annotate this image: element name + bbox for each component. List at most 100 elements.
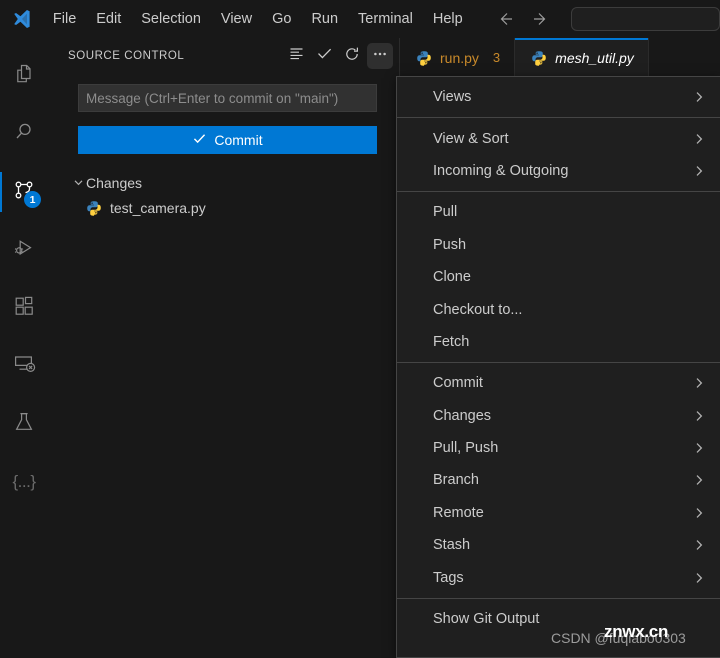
list-icon: [288, 45, 305, 67]
tab-mesh-util-py[interactable]: mesh_util.py: [515, 38, 649, 77]
menu-item-stash[interactable]: Stash: [397, 529, 720, 561]
activity-item-run-and-debug[interactable]: [0, 226, 48, 274]
arrow-left-icon[interactable]: [495, 9, 515, 29]
chevron-right-icon: [692, 376, 706, 390]
tab-label: run.py: [440, 49, 479, 66]
sidebar-title: SOURCE CONTROL: [68, 50, 185, 62]
check-icon: [192, 131, 207, 149]
changes-tree: Changes test_camera.py: [48, 170, 399, 220]
menu-view[interactable]: View: [212, 6, 261, 33]
list-item[interactable]: test_camera.py: [48, 195, 399, 220]
menu-separator: [397, 597, 720, 599]
files-icon: [12, 62, 36, 91]
menu-item-label: Branch: [433, 472, 479, 489]
check-icon: [315, 44, 334, 68]
menu-item-commit[interactable]: Commit: [397, 367, 720, 399]
list-item-label: test_camera.py: [110, 199, 206, 216]
command-center-input[interactable]: [570, 7, 720, 31]
menu-item-remote[interactable]: Remote: [397, 497, 720, 529]
chevron-right-icon: [692, 164, 706, 178]
tab-badge: 3: [492, 50, 501, 65]
tab-label: mesh_util.py: [555, 49, 634, 66]
commit-message-input[interactable]: Message (Ctrl+Enter to commit on "main"): [78, 84, 377, 112]
menu-help[interactable]: Help: [424, 6, 472, 33]
python-file-icon: [531, 50, 547, 66]
menu-item-label: View & Sort: [433, 130, 509, 147]
commit-button[interactable]: Commit: [78, 126, 377, 154]
title-bar: File Edit Selection View Go Run Terminal…: [0, 0, 720, 38]
menu-item-label: Show Git Output: [433, 611, 540, 628]
menu-item-label: Checkout to...: [433, 301, 523, 318]
menu-item-checkout-to[interactable]: Checkout to...: [397, 293, 720, 325]
menu-item-label: Changes: [433, 407, 492, 424]
navigation-arrows: [495, 9, 551, 29]
menu-item-branch[interactable]: Branch: [397, 464, 720, 496]
chevron-right-icon: [692, 132, 706, 146]
menu-item-tags[interactable]: Tags: [397, 561, 720, 593]
menu-go[interactable]: Go: [263, 6, 300, 33]
chevron-right-icon: [692, 571, 706, 585]
chevron-right-icon: [692, 473, 706, 487]
menu-item-push[interactable]: Push: [397, 229, 720, 261]
menu-bar: File Edit Selection View Go Run Terminal…: [43, 0, 473, 38]
menu-item-label: Push: [433, 236, 467, 253]
menu-item-label: Pull, Push: [433, 440, 499, 457]
menu-item-label: Remote: [433, 504, 484, 521]
menu-item-label: Commit: [433, 375, 483, 392]
changes-group-label: Changes: [86, 174, 143, 191]
more-actions-button[interactable]: [367, 43, 393, 69]
menu-item-pull-push[interactable]: Pull, Push: [397, 432, 720, 464]
commit-check-button[interactable]: [311, 43, 337, 69]
sidebar-header: SOURCE CONTROL: [48, 38, 399, 74]
chevron-right-icon: [692, 506, 706, 520]
chevron-right-icon: [692, 441, 706, 455]
commit-message-placeholder: Message (Ctrl+Enter to commit on "main"): [86, 90, 339, 106]
source-control-context-menu: Views View & Sort Incoming & Outgoing Pu…: [396, 76, 720, 658]
activity-item-search[interactable]: [0, 110, 48, 158]
menu-run[interactable]: Run: [302, 6, 347, 33]
chevron-right-icon: [692, 409, 706, 423]
python-file-icon: [86, 200, 102, 216]
activity-item-json-braces[interactable]: {...}: [0, 458, 48, 506]
refresh-button[interactable]: [339, 43, 365, 69]
activity-item-testing[interactable]: [0, 400, 48, 448]
remote-explorer-icon: [12, 352, 36, 381]
source-control-badge: 1: [24, 191, 41, 208]
arrow-right-icon[interactable]: [531, 9, 551, 29]
menu-selection[interactable]: Selection: [132, 6, 210, 33]
menu-item-changes[interactable]: Changes: [397, 400, 720, 432]
menu-item-views[interactable]: Views: [397, 81, 720, 113]
menu-item-incoming-and-outgoing[interactable]: Incoming & Outgoing: [397, 155, 720, 187]
chevron-right-icon: [692, 90, 706, 104]
python-file-icon: [416, 50, 432, 66]
vscode-window: File Edit Selection View Go Run Terminal…: [0, 0, 720, 658]
menu-edit[interactable]: Edit: [87, 6, 130, 33]
activity-item-explorer[interactable]: [0, 52, 48, 100]
menu-file[interactable]: File: [44, 6, 85, 33]
run-debug-icon: [12, 236, 36, 265]
menu-item-fetch[interactable]: Fetch: [397, 326, 720, 358]
chevron-down-icon: [70, 176, 86, 189]
activity-item-remote-explorer[interactable]: [0, 342, 48, 390]
menu-item-show-git-output[interactable]: Show Git Output: [397, 603, 720, 635]
extensions-icon: [12, 294, 36, 323]
activity-item-source-control[interactable]: 1: [0, 168, 48, 216]
menu-terminal[interactable]: Terminal: [349, 6, 422, 33]
menu-separator: [397, 117, 720, 119]
menu-item-label: Incoming & Outgoing: [433, 162, 569, 179]
menu-item-label: Tags: [433, 569, 464, 586]
menu-item-label: Views: [433, 89, 472, 106]
ellipsis-icon: [371, 45, 389, 68]
vscode-logo-icon: [0, 0, 43, 38]
menu-item-label: Pull: [433, 204, 458, 221]
menu-item-clone[interactable]: Clone: [397, 261, 720, 293]
braces-icon: {...}: [12, 472, 36, 491]
activity-item-extensions[interactable]: [0, 284, 48, 332]
menu-item-pull[interactable]: Pull: [397, 196, 720, 228]
commit-button-label: Commit: [214, 132, 263, 148]
menu-item-label: Clone: [433, 269, 471, 286]
menu-item-view-and-sort[interactable]: View & Sort: [397, 122, 720, 154]
view-as-list-button[interactable]: [283, 43, 309, 69]
tab-run-py[interactable]: run.py 3: [400, 38, 516, 77]
changes-group-row[interactable]: Changes: [48, 170, 399, 195]
